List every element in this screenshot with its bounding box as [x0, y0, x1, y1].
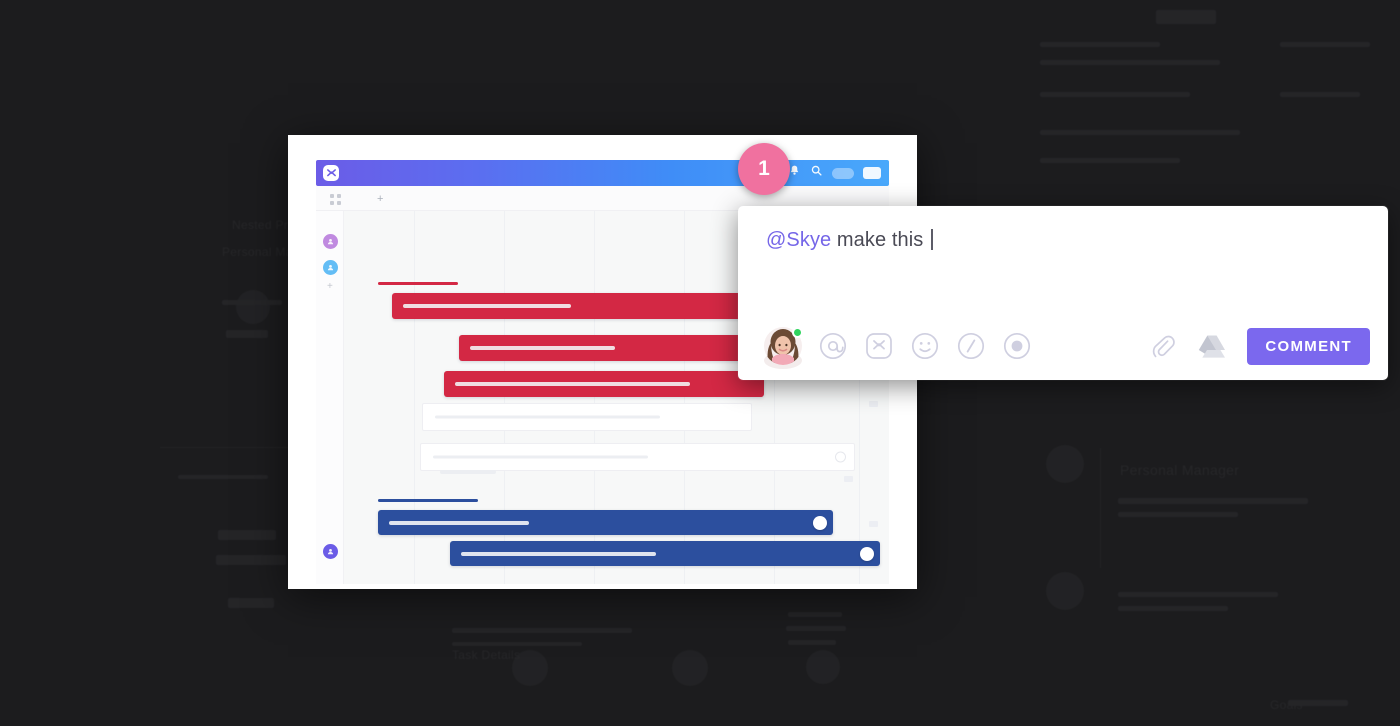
- step-1-badge: 1: [738, 143, 790, 195]
- gantt-bar-blue-1[interactable]: [378, 510, 833, 535]
- clickup-task-icon[interactable]: [864, 331, 894, 361]
- timeline-tick: [869, 401, 878, 407]
- assignee-avatar-icon[interactable]: [359, 193, 371, 206]
- gantt-collapsed-row: [440, 470, 496, 474]
- screen: Personal Manager Nested Projects Task De…: [0, 0, 1400, 726]
- slash-command-icon[interactable]: [956, 331, 986, 361]
- gantt-bar-red-2[interactable]: [459, 335, 759, 361]
- sidebar-avatar-purple[interactable]: [323, 234, 338, 249]
- gantt-placeholder-row[interactable]: [420, 443, 855, 471]
- clickup-logo-icon[interactable]: [323, 165, 339, 181]
- timeline-tick: [869, 521, 878, 527]
- composer-toolbar: COMMENT: [738, 312, 1388, 380]
- comment-composer: @Skye make this COMMENT: [738, 206, 1388, 380]
- record-icon[interactable]: [1002, 331, 1032, 361]
- composer-right-tools: COMMENT: [1147, 327, 1370, 365]
- add-assignee-icon[interactable]: +: [377, 194, 383, 205]
- mention-icon[interactable]: [818, 331, 848, 361]
- gantt-placeholder-row[interactable]: [422, 403, 752, 431]
- gantt-bar-red-3[interactable]: [444, 371, 764, 397]
- composer-left-tools: [764, 327, 1032, 369]
- submit-comment-button[interactable]: COMMENT: [1247, 327, 1370, 365]
- gantt-bar-blue-2[interactable]: [450, 541, 880, 566]
- attach-paperclip-icon[interactable]: [1147, 331, 1177, 361]
- row-status-icon: [835, 451, 846, 463]
- pill-placeholder-icon[interactable]: [832, 167, 854, 179]
- gantt-group-rule-red: [378, 282, 458, 285]
- emoji-icon[interactable]: [910, 331, 940, 361]
- text-cursor: [931, 229, 933, 250]
- gantt-sidebar: +: [316, 211, 344, 584]
- mention-token[interactable]: @Skye: [766, 229, 831, 251]
- author-avatar[interactable]: [764, 327, 803, 369]
- gantt-group-rule-blue: [378, 499, 478, 502]
- app-title-bar-icons: [788, 164, 881, 182]
- google-drive-icon[interactable]: [1197, 331, 1227, 361]
- sidebar-avatar-blue[interactable]: [323, 260, 338, 275]
- sidebar-avatar-indigo[interactable]: [323, 544, 338, 559]
- avatar-photo: [764, 327, 802, 369]
- gantt-bar-red-1[interactable]: [392, 293, 752, 319]
- gantt-add-row-icon[interactable]: +: [327, 282, 333, 292]
- app-title-bar: [316, 160, 889, 186]
- apps-grid-icon[interactable]: [330, 194, 341, 205]
- comment-input[interactable]: @Skye make this: [766, 226, 1360, 254]
- timeline-tick: [844, 476, 853, 482]
- panel-toggle-icon[interactable]: [863, 167, 881, 179]
- online-status-dot: [792, 327, 803, 338]
- gantt-bar-handle: [860, 546, 874, 561]
- search-icon[interactable]: [810, 164, 823, 182]
- comment-body-text: make this: [831, 229, 930, 251]
- gantt-bar-handle: [813, 515, 827, 530]
